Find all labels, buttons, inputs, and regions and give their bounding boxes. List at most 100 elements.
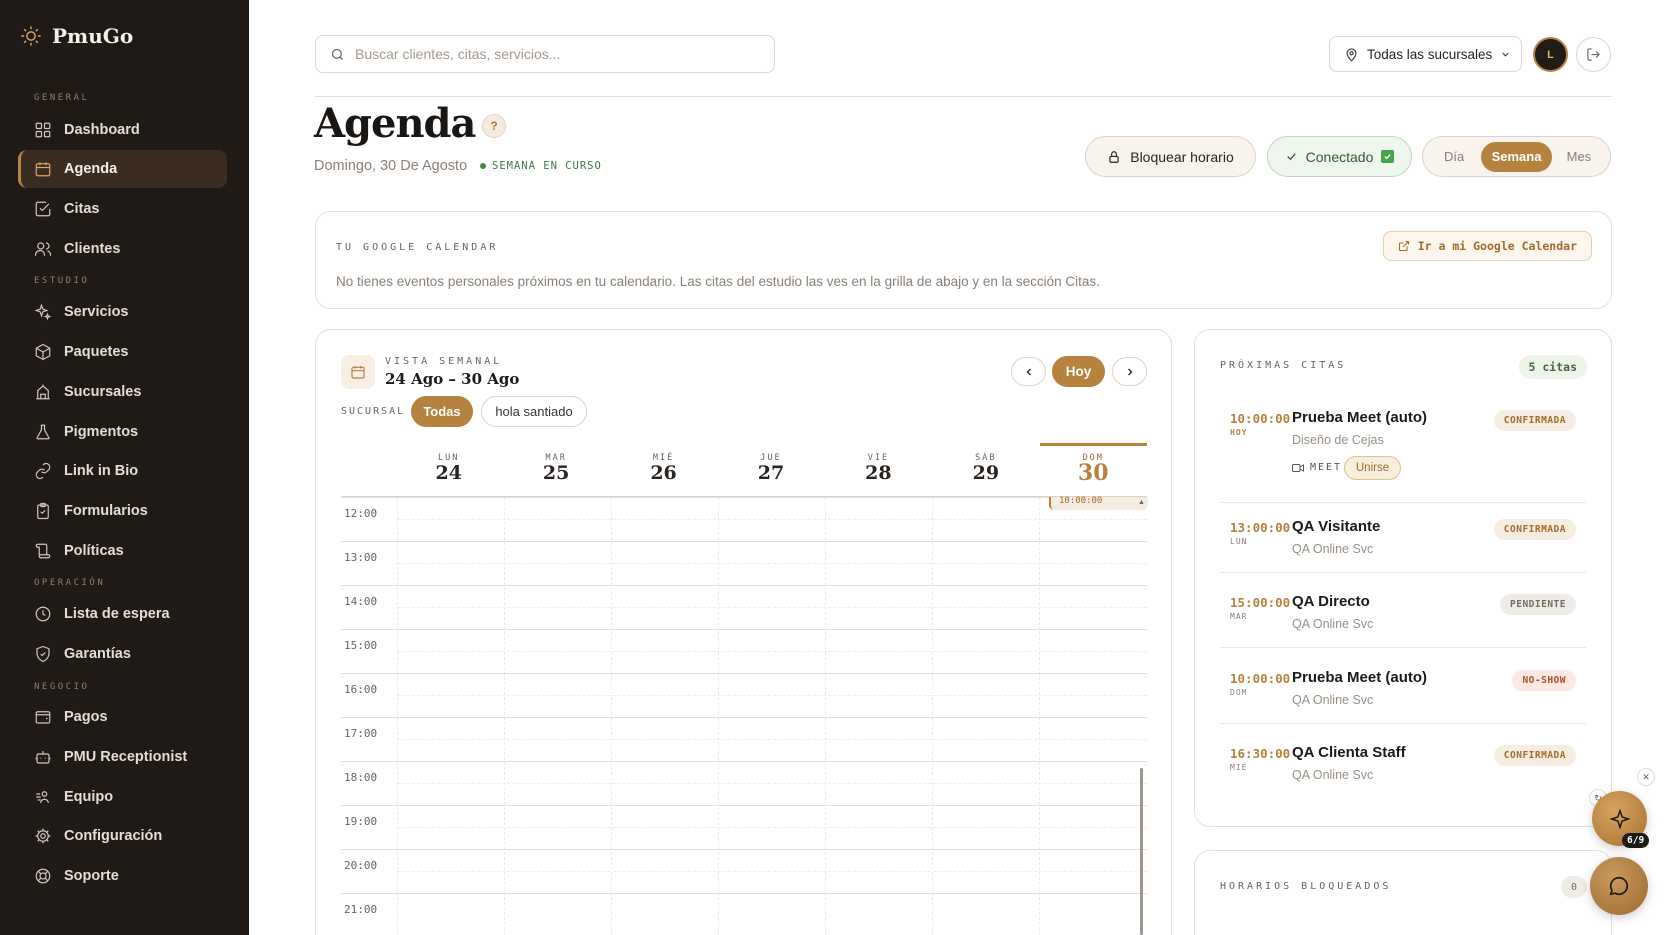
sidebar-item-soporte[interactable]: Soporte — [18, 857, 227, 895]
appointment-item[interactable]: 10:00:00 DOM Prueba Meet (auto) QA Onlin… — [1220, 669, 1586, 724]
sidebar-item-dashboard[interactable]: Dashboard — [18, 111, 227, 149]
prev-week-button[interactable] — [1011, 357, 1046, 386]
time-grid[interactable]: 12:00 13:00 14:00 15:00 16:00 17:00 18:0… — [341, 497, 1148, 935]
half-hour-line — [397, 871, 1147, 872]
sidebar-item-sucursales[interactable]: Sucursales — [18, 373, 227, 411]
view-month-tab[interactable]: Mes — [1552, 142, 1606, 172]
day-header-sun-today[interactable]: DOM 30 — [1039, 443, 1147, 493]
appointment-item[interactable]: 16:30:00 MIÉ QA Clienta Staff QA Online … — [1220, 744, 1586, 799]
weekly-view-label: VISTA SEMANAL — [385, 356, 503, 367]
appointment-item[interactable]: 13:00:00 LUN QA Visitante QA Online Svc … — [1220, 518, 1586, 573]
day-header-fri[interactable]: VIE 28 — [825, 443, 932, 493]
logo[interactable]: PmuGo — [20, 24, 133, 48]
chat-button[interactable] — [1590, 857, 1648, 915]
shield-check-icon — [36, 645, 50, 663]
sidebar-item-equipo[interactable]: Equipo — [18, 778, 227, 816]
search-bar[interactable] — [315, 35, 775, 73]
flask-icon — [36, 424, 50, 440]
half-hour-line — [397, 563, 1147, 564]
section-estudio: ESTUDIO — [34, 276, 90, 286]
sidebar-item-label: Paquetes — [64, 344, 129, 360]
week-badge: SEMANA EN CURSO — [480, 160, 602, 172]
sidebar-item-citas[interactable]: Citas — [18, 190, 227, 228]
help-button[interactable]: ? — [482, 114, 506, 138]
section-negocio: NEGOCIO — [34, 682, 90, 692]
day-header-mon[interactable]: LUN 24 — [395, 443, 502, 493]
day-header-sat[interactable]: SÁB 29 — [932, 443, 1039, 493]
sidebar-item-pagos[interactable]: Pagos — [18, 698, 227, 736]
join-meet-button[interactable]: Unirse — [1344, 456, 1401, 480]
sidebar-item-agenda[interactable]: Agenda — [18, 150, 227, 188]
meet-label: MEET — [1310, 462, 1343, 473]
status-badge: CONFIRMADA — [1493, 519, 1576, 540]
blocked-schedules-panel: HORARIOS BLOQUEADOS 0 — [1194, 850, 1612, 935]
logout-button[interactable] — [1576, 37, 1611, 72]
view-week-tab[interactable]: Semana — [1481, 141, 1552, 172]
branch-chip-santiado[interactable]: hola santiado — [481, 396, 587, 427]
google-calendar-label: TU GOOGLE CALENDAR — [336, 242, 499, 253]
users-icon — [34, 242, 52, 256]
search-input[interactable] — [355, 46, 755, 62]
sidebar-item-label: Soporte — [64, 868, 119, 884]
sidebar-item-label: PMU Receptionist — [64, 749, 188, 765]
close-icon[interactable]: ✕ — [1637, 768, 1655, 786]
sidebar-item-lista-de-espera[interactable]: Lista de espera — [18, 595, 227, 633]
appointment-day: DOM — [1230, 688, 1248, 697]
sidebar-item-link-in-bio[interactable]: Link in Bio — [18, 452, 227, 490]
sidebar-item-garantias[interactable]: Garantías — [18, 635, 227, 673]
appointment-item[interactable]: 10:00:00 HOY Prueba Meet (auto) Diseño d… — [1220, 409, 1586, 503]
hour-label: 12:00 — [344, 507, 378, 520]
appointment-client: QA Directo — [1292, 593, 1370, 610]
upcoming-appointments-panel: PRÓXIMAS CITAS 5 citas 10:00:00 HOY Prue… — [1194, 329, 1612, 827]
today-button[interactable]: Hoy — [1052, 356, 1105, 387]
day-header-thu[interactable]: JUE 27 — [717, 443, 824, 493]
sidebar-item-label: Políticas — [64, 543, 124, 559]
open-google-calendar-button[interactable]: Ir a mi Google Calendar — [1382, 231, 1592, 261]
google-calendar-text: No tienes eventos personales próximos en… — [336, 274, 1100, 289]
appointment-time: 16:30:00 — [1230, 746, 1291, 761]
chevron-left-icon — [1026, 368, 1031, 375]
half-hour-line — [397, 519, 1147, 520]
day-header-tue[interactable]: MAR 25 — [502, 443, 609, 493]
sidebar-item-label: Clientes — [64, 241, 121, 257]
sidebar-item-label: Configuración — [64, 828, 163, 844]
appointment-time: 10:00:00 — [1230, 671, 1291, 686]
scroll-up-arrow-icon[interactable]: ▲ — [1138, 499, 1145, 506]
branch-filter-label: SUCURSAL — [341, 406, 406, 417]
sidebar-item-configuracion[interactable]: Configuración — [18, 817, 227, 855]
check-square-icon — [35, 201, 51, 217]
calendar-scrollbar[interactable] — [1140, 768, 1143, 935]
sidebar-item-pigmentos[interactable]: Pigmentos — [18, 413, 227, 451]
avatar[interactable]: L — [1533, 37, 1568, 72]
meet-indicator: MEET — [1292, 462, 1342, 473]
wallet-icon — [35, 711, 51, 724]
day-number: 26 — [650, 462, 677, 484]
sidebar-item-formularios[interactable]: Formularios — [18, 492, 227, 530]
sidebar-item-politicas[interactable]: Políticas — [18, 532, 227, 570]
branch-select[interactable]: Todas las sucursales — [1329, 36, 1522, 72]
next-week-button[interactable] — [1112, 357, 1147, 386]
sun-logo-icon — [21, 26, 41, 46]
day-header-wed[interactable]: MIÉ 26 — [610, 443, 717, 493]
branch-chip-all[interactable]: Todas — [411, 396, 473, 427]
branch-select-value: Todas las sucursales — [1367, 46, 1493, 62]
hour-label: 18:00 — [344, 771, 378, 784]
sidebar-item-paquetes[interactable]: Paquetes — [18, 333, 227, 371]
block-schedule-button[interactable]: Bloquear horario — [1085, 136, 1256, 177]
appointment-day: LUN — [1230, 537, 1248, 546]
day-number: 28 — [865, 462, 892, 484]
connected-button[interactable]: Conectado — [1267, 136, 1412, 177]
sidebar-item-servicios[interactable]: Servicios — [18, 293, 227, 331]
view-day-tab[interactable]: Día — [1427, 142, 1481, 172]
external-link-icon — [1398, 240, 1409, 252]
appointment-client: QA Clienta Staff — [1292, 744, 1406, 761]
sidebar-item-clientes[interactable]: Clientes — [18, 230, 227, 268]
sidebar-item-label: Link in Bio — [64, 463, 139, 479]
appointment-client: Prueba Meet (auto) — [1292, 409, 1428, 426]
sidebar-item-pmu-receptionist[interactable]: PMU Receptionist — [18, 738, 227, 776]
assistant-button[interactable]: 6/9 — [1592, 791, 1650, 848]
half-hour-line — [397, 739, 1147, 740]
sidebar-item-label: Pigmentos — [64, 424, 139, 440]
appointment-item[interactable]: 15:00:00 MAR QA Directo QA Online Svc PE… — [1220, 593, 1586, 648]
calendar-event[interactable]: 10:00:00 — [1049, 497, 1148, 510]
